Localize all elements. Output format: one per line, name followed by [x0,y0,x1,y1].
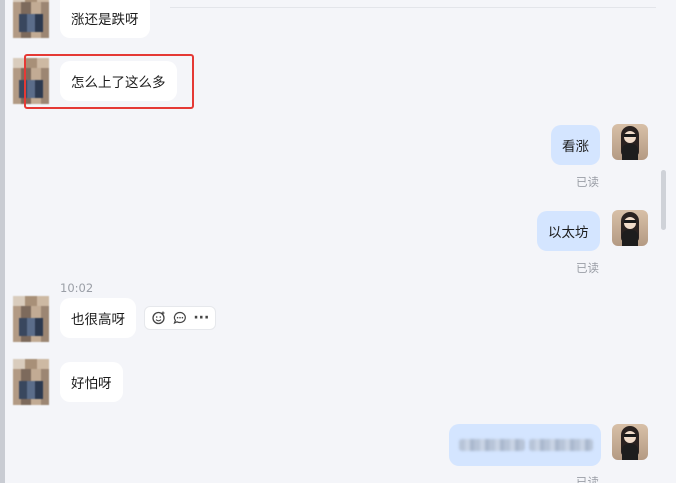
user-avatar[interactable] [612,424,648,460]
message-bubble-outgoing[interactable]: 以太坊 [537,211,600,251]
message-text: 看涨 [562,139,589,155]
user-avatar[interactable] [612,210,648,246]
scrollbar-thumb[interactable] [661,170,666,230]
message-text: 也很高呀 [71,312,125,328]
message-timestamp: 10:02 [60,281,94,295]
red-highlight-box [24,54,194,109]
message-bubble-incoming[interactable]: 也很高呀 [60,298,136,338]
message-text: 好怕呀 [71,376,112,392]
chat-message-area: 涨还是跌呀 怎么上了这么多 看涨 已读 以太坊 已读 10:02 也很高呀 ··… [0,0,676,483]
message-text: 涨还是跌呀 [71,12,139,28]
left-pane-edge [0,0,5,483]
message-bubble-incoming[interactable]: 好怕呀 [60,362,123,402]
message-action-bar: ··· [144,306,216,330]
message-bubble-incoming[interactable]: 涨还是跌呀 [60,0,150,38]
contact-avatar[interactable] [13,0,49,38]
read-status: 已读 [576,175,599,189]
user-avatar[interactable] [612,124,648,160]
contact-avatar[interactable] [13,296,49,342]
more-dots-icon[interactable]: ··· [192,309,210,327]
message-text: 以太坊 [548,225,589,241]
read-status: 已读 [576,475,599,483]
emoji-reaction-icon[interactable] [150,309,168,327]
message-bubble-outgoing[interactable]: 看涨 [551,125,600,165]
read-status: 已读 [576,261,599,275]
divider [170,7,656,8]
more-label: ··· [193,310,210,326]
obscured-text [459,439,525,451]
reply-comment-icon[interactable] [171,309,189,327]
obscured-text [529,439,593,451]
contact-avatar[interactable] [13,359,49,405]
